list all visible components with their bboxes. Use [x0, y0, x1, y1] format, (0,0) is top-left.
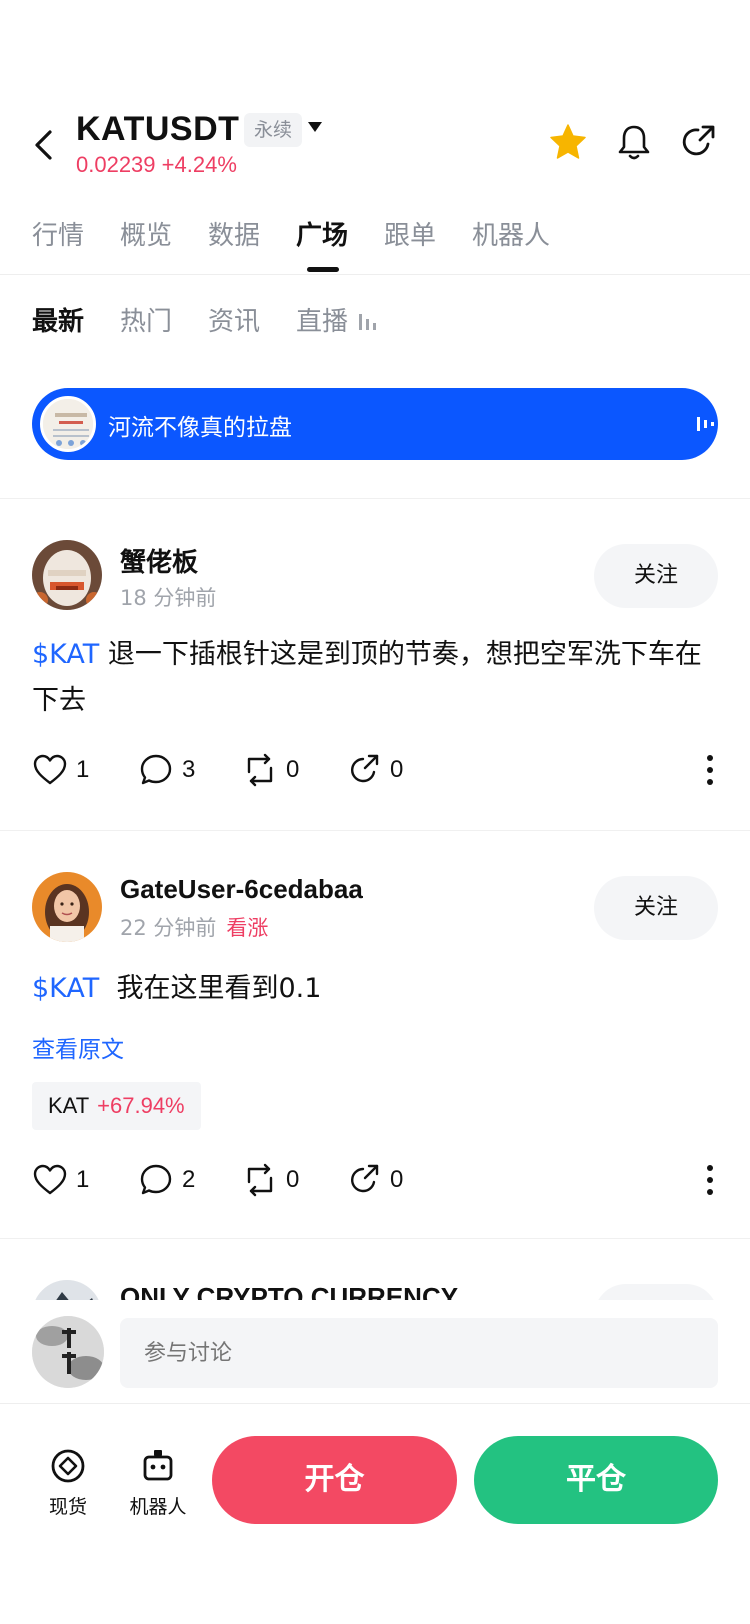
follow-button[interactable] [594, 1284, 718, 1300]
share-icon[interactable] [678, 122, 718, 162]
post-actions: 1 3 0 0 [32, 750, 722, 790]
coin-tag[interactable]: $KAT [32, 639, 99, 670]
repost-button[interactable]: 0 [242, 1160, 299, 1200]
post-text: 退一下插根针这是到顶的节奏，想把空军洗下车在下去 [32, 639, 702, 716]
author-avatar[interactable] [32, 1280, 102, 1300]
post-card: ONLY CRYPTO CURRENCY [0, 1238, 750, 1300]
coin-tag[interactable]: $KAT [32, 973, 99, 1004]
contract-type-badge: 永续 [244, 113, 303, 147]
post-meta: 22 分钟前 看涨 [120, 912, 268, 942]
post-content: $KAT 我在这里看到0.1 [32, 966, 722, 1012]
subtab-latest[interactable]: 最新 [32, 301, 84, 338]
share-count: 0 [390, 756, 404, 783]
coin-change: +67.94% [97, 1093, 185, 1118]
tab-data[interactable]: 数据 [208, 215, 260, 252]
coin-name: KAT [48, 1093, 90, 1118]
spot-icon [51, 1449, 85, 1483]
tab-copy-trading[interactable]: 跟单 [384, 215, 436, 252]
author-name[interactable]: GateUser-6cedabaa [120, 874, 363, 905]
share-post-button[interactable]: 0 [346, 1160, 403, 1200]
share-count: 0 [390, 1166, 404, 1193]
my-avatar[interactable] [32, 1316, 104, 1388]
more-options-icon[interactable] [698, 752, 722, 788]
author-avatar[interactable] [32, 540, 102, 610]
repost-icon [247, 1163, 273, 1197]
coin-chip[interactable]: KAT +67.94% [32, 1082, 201, 1130]
repost-icon [247, 753, 273, 787]
post-time: 22 分钟前 [120, 916, 217, 940]
heart-icon [33, 1164, 67, 1195]
post-actions: 1 2 0 0 [32, 1160, 722, 1200]
change-percent: +4.24% [161, 152, 237, 177]
heart-icon [33, 754, 67, 785]
tab-overview[interactable]: 概览 [120, 215, 172, 252]
repost-count: 0 [286, 756, 300, 783]
share-icon [351, 754, 379, 783]
live-title: 河流不像真的拉盘 [108, 415, 292, 441]
see-original-link[interactable]: 查看原文 [32, 1030, 124, 1064]
subtab-live[interactable]: 直播 [296, 301, 348, 338]
favorite-star-icon[interactable] [548, 122, 588, 162]
discussion-input[interactable] [120, 1318, 718, 1388]
comment-count: 3 [182, 756, 196, 783]
tab-square[interactable]: 广场 [296, 215, 348, 252]
like-button[interactable]: 1 [32, 750, 89, 790]
comment-count: 2 [182, 1166, 196, 1193]
live-host-avatar [40, 396, 96, 452]
tab-market[interactable]: 行情 [32, 215, 84, 252]
more-options-icon[interactable] [698, 1162, 722, 1198]
live-bars-icon [359, 314, 376, 330]
open-position-button[interactable]: 开仓 [212, 1436, 457, 1524]
follow-button[interactable]: 关注 [594, 876, 718, 940]
post-text: 我在这里看到0.1 [99, 973, 322, 1004]
comment-icon [140, 1164, 172, 1195]
like-button[interactable]: 1 [32, 1160, 89, 1200]
robot-icon [143, 1450, 173, 1481]
bottom-action-bar: 现货 机器人 开仓 平仓 [0, 1408, 750, 1528]
sub-tabs: 最新 热门 资讯 直播 [0, 295, 750, 345]
sentiment-badge: 看涨 [226, 916, 269, 940]
close-position-button[interactable]: 平仓 [474, 1436, 718, 1524]
spot-nav[interactable]: 现货 [28, 1446, 108, 1519]
last-price: 0.02239 [76, 152, 156, 177]
live-stream-banner[interactable]: 河流不像真的拉盘 [32, 388, 718, 460]
author-name[interactable]: ONLY CRYPTO CURRENCY [120, 1282, 458, 1300]
main-tabs: 行情 概览 数据 广场 跟单 机器人 [0, 205, 750, 275]
comment-button[interactable]: 3 [138, 750, 195, 790]
post-content: $KAT 退一下插根针这是到顶的节奏，想把空军洗下车在下去 [32, 632, 722, 724]
share-icon [351, 1164, 379, 1193]
repost-button[interactable]: 0 [242, 750, 299, 790]
post-card: 蟹佬板 18 分钟前 关注 $KAT 退一下插根针这是到顶的节奏，想把空军洗下车… [0, 498, 750, 830]
author-name[interactable]: 蟹佬板 [120, 542, 198, 579]
post-time: 18 分钟前 [120, 586, 217, 610]
bot-nav[interactable]: 机器人 [118, 1446, 198, 1519]
pair-symbol[interactable]: KATUSDT [76, 110, 239, 149]
author-avatar[interactable] [32, 872, 102, 942]
compose-bar [0, 1300, 750, 1404]
subtab-news[interactable]: 资讯 [208, 301, 260, 338]
bot-label: 机器人 [129, 1496, 187, 1518]
caret-down-icon[interactable] [306, 120, 324, 134]
post-card: GateUser-6cedabaa 22 分钟前 看涨 关注 $KAT 我在这里看… [0, 830, 750, 1238]
price-change: 0.02239 +4.24% [76, 152, 237, 178]
follow-button[interactable]: 关注 [594, 544, 718, 608]
spot-label: 现货 [48, 1496, 87, 1518]
active-tab-indicator [307, 267, 339, 272]
like-count: 1 [76, 1166, 90, 1193]
share-post-button[interactable]: 0 [346, 750, 403, 790]
comment-button[interactable]: 2 [138, 1160, 195, 1200]
equalizer-icon [697, 417, 714, 431]
tab-bots[interactable]: 机器人 [472, 215, 550, 252]
like-count: 1 [76, 756, 90, 783]
repost-count: 0 [286, 1166, 300, 1193]
back-arrow-icon[interactable] [28, 128, 62, 162]
header-bar: KATUSDT 永续 0.02239 +4.24% [0, 100, 750, 190]
bell-icon[interactable] [614, 122, 654, 162]
subtab-hot[interactable]: 热门 [120, 301, 172, 338]
comment-icon [140, 754, 172, 785]
